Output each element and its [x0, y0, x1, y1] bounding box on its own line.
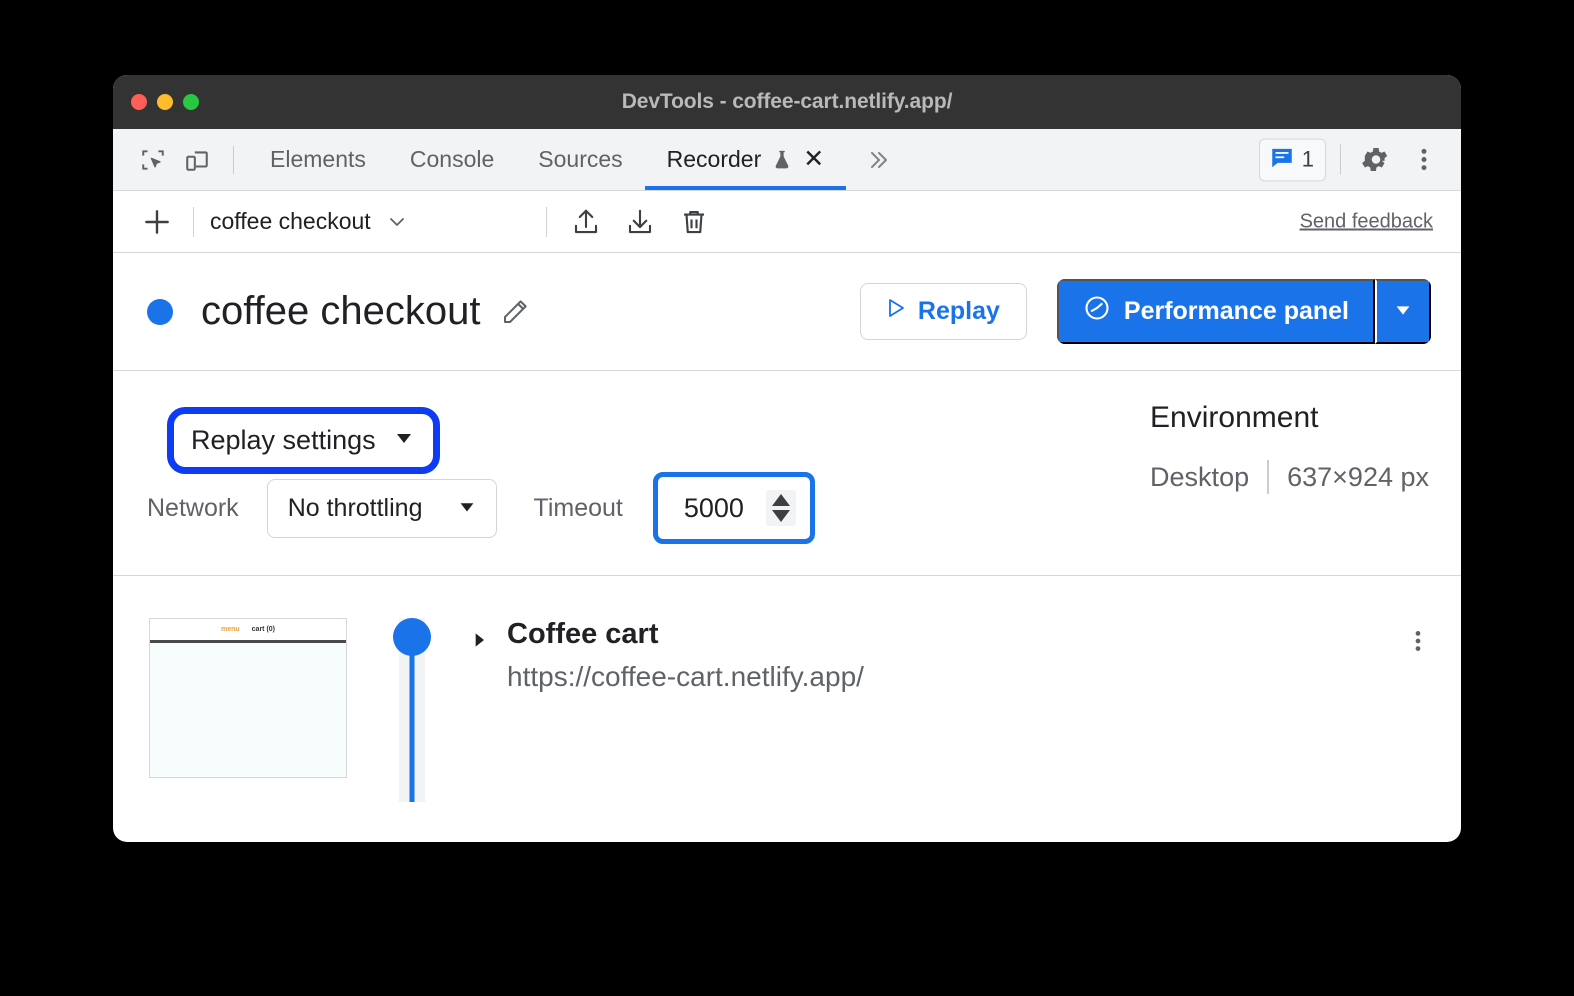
network-label: Network	[147, 493, 239, 522]
environment-device: Desktop	[1150, 461, 1250, 492]
console-issues-chip[interactable]: 1	[1258, 138, 1326, 181]
network-throttling-select[interactable]: No throttling	[266, 478, 498, 538]
chevron-down-icon	[385, 210, 409, 234]
timeout-label: Timeout	[533, 493, 623, 522]
replay-button[interactable]: Replay	[859, 283, 1027, 340]
replay-settings-highlight: Replay settings	[167, 407, 440, 474]
tab-elements[interactable]: Elements	[248, 129, 388, 190]
panel-tabs: Elements Console Sources Recorder ✕	[248, 129, 908, 190]
window-title: DevTools - coffee-cart.netlify.app/	[621, 90, 953, 113]
replay-settings-section: Replay settings Network No throttling Ti…	[113, 371, 1461, 576]
tab-sources[interactable]: Sources	[516, 129, 644, 190]
timeout-value: 5000	[683, 492, 744, 523]
recording-steps-list: menu cart (0) Coffee cart https://coffee…	[113, 576, 1461, 802]
close-window-button[interactable]	[131, 94, 147, 110]
tabbar-divider	[233, 145, 234, 174]
thumbnail-menu-text: menu	[220, 626, 240, 633]
performance-gauge-icon	[1083, 294, 1111, 329]
step-timeline	[389, 618, 435, 802]
step-url: https://coffee-cart.netlify.app/	[507, 661, 864, 692]
toolbar-divider-2	[546, 206, 547, 237]
recording-header: coffee checkout Replay Performance panel	[113, 253, 1461, 371]
environment-viewport: 637×924 px	[1287, 461, 1429, 492]
caret-down-icon	[456, 495, 478, 522]
console-message-icon	[1269, 144, 1295, 175]
plus-icon[interactable]	[137, 202, 177, 242]
close-recorder-tab-icon[interactable]: ✕	[803, 147, 824, 172]
step-thumbnail: menu cart (0)	[149, 618, 347, 778]
tab-recorder-label: Recorder	[666, 146, 762, 172]
experiment-flask-icon	[771, 149, 793, 171]
recorder-toolbar: coffee checkout Send feedback	[113, 191, 1461, 253]
step-title: Coffee cart	[507, 618, 659, 650]
environment-title: Environment	[1150, 401, 1319, 434]
timeline-step-marker[interactable]	[393, 618, 431, 656]
tabbar-right-divider	[1340, 144, 1341, 175]
upload-icon[interactable]	[563, 200, 609, 244]
caret-down-icon	[392, 425, 416, 456]
performance-panel-button[interactable]: Performance panel	[1056, 279, 1375, 344]
screenshot-stage: DevTools - coffee-cart.netlify.app/ Elem…	[0, 0, 1574, 996]
environment-block: Environment Desktop 637×924 px	[1150, 401, 1429, 494]
replay-settings-fields: Network No throttling Timeout 5000	[147, 472, 815, 544]
send-feedback-link[interactable]: Send feedback	[1300, 210, 1433, 233]
traffic-light-buttons[interactable]	[131, 94, 199, 110]
environment-details: Desktop 637×924 px	[1150, 460, 1429, 494]
recording-header-actions: Replay Performance panel	[859, 279, 1431, 344]
tab-console-label: Console	[409, 146, 495, 172]
toolbar-divider-1	[193, 206, 194, 237]
recording-selector[interactable]: coffee checkout	[210, 208, 530, 235]
play-triangle-icon	[883, 296, 907, 327]
minimize-window-button[interactable]	[157, 94, 173, 110]
tab-console[interactable]: Console	[388, 129, 516, 190]
environment-divider	[1267, 460, 1270, 494]
tab-recorder[interactable]: Recorder ✕	[644, 129, 847, 190]
trash-icon[interactable]	[671, 200, 717, 244]
thumbnail-cart-text: cart (0)	[251, 626, 275, 633]
step-row[interactable]: Coffee cart https://coffee-cart.netlify.…	[469, 618, 1431, 782]
timeout-highlight: 5000	[652, 472, 815, 544]
network-throttling-value: No throttling	[287, 493, 423, 522]
recording-title: coffee checkout	[201, 289, 481, 333]
replay-settings-toggle[interactable]: Replay settings	[183, 423, 424, 458]
tab-sources-label: Sources	[538, 146, 623, 172]
performance-panel-caret-button[interactable]	[1375, 279, 1431, 344]
gear-icon[interactable]	[1355, 139, 1397, 181]
replay-button-label: Replay	[917, 297, 1000, 325]
timeline-line	[409, 638, 415, 802]
tab-elements-label: Elements	[270, 146, 366, 172]
devtools-window: DevTools - coffee-cart.netlify.app/ Elem…	[113, 75, 1461, 842]
pencil-icon[interactable]	[500, 297, 530, 327]
tabbar-right-controls: 1	[1258, 138, 1445, 181]
performance-panel-label: Performance panel	[1123, 297, 1349, 325]
triangle-right-icon[interactable]	[469, 630, 489, 650]
recording-status-dot	[147, 298, 173, 325]
main-menu-kebab-icon[interactable]	[1403, 139, 1445, 181]
window-titlebar: DevTools - coffee-cart.netlify.app/	[113, 75, 1461, 129]
step-menu-kebab-icon[interactable]	[1405, 618, 1431, 654]
replay-settings-label: Replay settings	[191, 425, 376, 455]
inspect-element-icon[interactable]	[131, 138, 175, 182]
timeout-input[interactable]: 5000	[659, 479, 808, 537]
stepper-arrows-icon[interactable]	[765, 490, 796, 526]
console-issues-count: 1	[1301, 146, 1314, 172]
performance-panel-split-button: Performance panel	[1056, 279, 1431, 344]
thumbnail-header: menu cart (0)	[150, 619, 346, 643]
device-toolbar-icon[interactable]	[175, 138, 219, 182]
chevron-double-right-icon[interactable]	[846, 148, 908, 172]
devtools-tabbar: Elements Console Sources Recorder ✕ 1	[113, 129, 1461, 191]
step-content: Coffee cart https://coffee-cart.netlify.…	[507, 618, 864, 693]
download-icon[interactable]	[617, 200, 663, 244]
maximize-window-button[interactable]	[183, 94, 199, 110]
recording-selector-value: coffee checkout	[210, 208, 371, 234]
caret-down-icon	[1392, 299, 1414, 324]
